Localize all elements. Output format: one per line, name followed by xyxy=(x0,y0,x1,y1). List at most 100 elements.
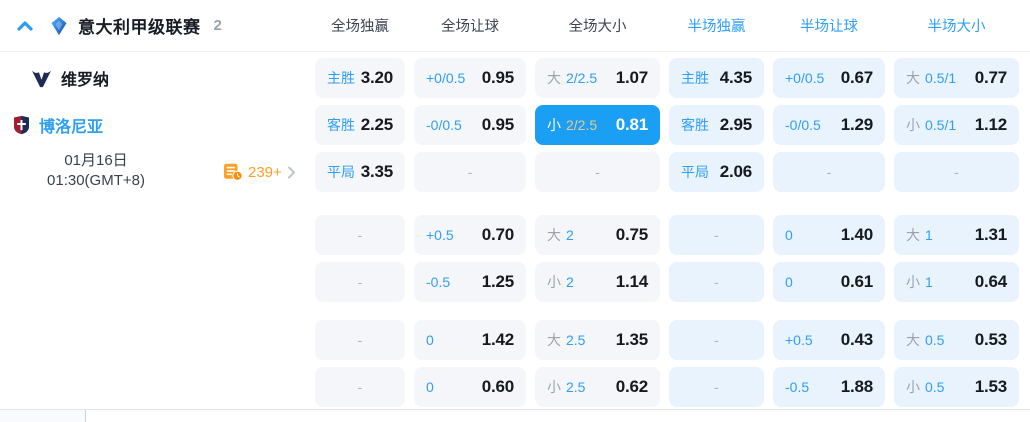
odds-handicap-label: -0.5 xyxy=(426,274,451,290)
odds-cell[interactable]: -0/0.5 1.29 xyxy=(773,105,885,145)
odds-cell[interactable]: +0/0.5 0.67 xyxy=(773,58,885,98)
odds-handicap-label: 2 xyxy=(566,274,574,290)
chevron-right-icon xyxy=(287,166,295,178)
odds-handicap-label: 2 xyxy=(566,227,574,243)
odds-cell[interactable]: 0 1.40 xyxy=(773,215,885,255)
odds-cell-empty: - xyxy=(315,215,405,255)
odds-cell[interactable]: 小 0.5/1 1.12 xyxy=(894,105,1019,145)
odds-label: +0/0.5 xyxy=(785,70,824,86)
home-team-name: 维罗纳 xyxy=(61,72,110,89)
empty-odds-placeholder: - xyxy=(714,227,719,243)
odds-handicap-label: 0 xyxy=(426,332,434,348)
odds-handicap-label: 平局 xyxy=(327,164,355,180)
column-header-ht-handicap: 半场让球 xyxy=(800,19,858,35)
odds-label: 主胜 xyxy=(327,68,355,88)
odds-value: 1.53 xyxy=(974,377,1007,396)
odds-handicap-label: 客胜 xyxy=(681,117,709,133)
odds-label: 0 xyxy=(426,332,434,348)
collapse-button[interactable] xyxy=(14,15,36,37)
odds-cell[interactable]: 大 2 0.75 xyxy=(535,215,660,255)
odds-cell[interactable]: -0.5 1.88 xyxy=(773,367,885,407)
odds-handicap-label: 0.5/1 xyxy=(925,117,957,133)
empty-odds-placeholder: - xyxy=(357,379,363,395)
empty-odds-placeholder: - xyxy=(826,164,832,180)
match-count-badge: 2 xyxy=(213,17,222,34)
odds-row: - +0.5 0.70 大 2 0.75 - 0 1.40 大 1 1.31 xyxy=(0,215,1030,255)
odds-direction-prefix: 小 xyxy=(906,274,920,290)
odds-cell[interactable]: 0 1.42 xyxy=(414,320,526,360)
odds-cell-empty: - xyxy=(669,262,764,302)
odds-label: -0.5 xyxy=(785,379,809,395)
home-team-row: 维罗纳 xyxy=(31,58,109,98)
odds-label: 主胜 xyxy=(681,68,709,88)
odds-cell[interactable]: 大 0.5/1 0.77 xyxy=(894,58,1019,98)
odds-cell[interactable]: 大 2/2.5 1.07 xyxy=(535,58,660,98)
odds-cell-empty: - xyxy=(894,152,1019,192)
odds-cell[interactable]: +0.5 0.70 xyxy=(414,215,526,255)
odds-value: 2.06 xyxy=(719,162,752,181)
empty-odds-placeholder: - xyxy=(595,164,600,180)
odds-cell[interactable]: -0/0.5 0.95 xyxy=(414,105,526,145)
odds-cell[interactable]: 大 0.5 0.53 xyxy=(894,320,1019,360)
odds-label: 小1 xyxy=(906,272,933,292)
league-title: 意大利甲级联赛 xyxy=(78,18,201,37)
odds-cell[interactable]: 客胜 2.25 xyxy=(315,105,405,145)
odds-cell[interactable]: 0 0.60 xyxy=(414,367,526,407)
odds-value: 1.35 xyxy=(615,330,648,349)
odds-row: - -0.5 1.25 小 2 1.14-0 0.61 小 1 0.64 xyxy=(0,262,1030,302)
odds-direction-prefix: 大 xyxy=(547,227,561,243)
odds-cell[interactable]: 大 2.5 1.35 xyxy=(535,320,660,360)
odds-cell[interactable]: 小 2 1.14 xyxy=(535,262,660,302)
odds-cell[interactable]: 小 2.5 0.62 xyxy=(535,367,660,407)
odds-cell[interactable]: -0.5 1.25 xyxy=(414,262,526,302)
odds-label: 0 xyxy=(785,274,793,290)
odds-cell[interactable]: 主胜 4.35 xyxy=(669,58,764,98)
odds-label: 平局 xyxy=(681,162,709,182)
odds-handicap-label: +0.5 xyxy=(426,227,454,243)
away-team-name: 博洛尼亚 xyxy=(39,119,104,136)
odds-value: 0.81 xyxy=(615,115,648,134)
odds-label: 大1 xyxy=(906,225,933,245)
odds-handicap-label: 主胜 xyxy=(327,70,355,86)
odds-cell[interactable]: +0/0.5 0.95 xyxy=(414,58,526,98)
empty-odds-placeholder: - xyxy=(954,164,959,180)
odds-value: 0.75 xyxy=(615,225,648,244)
odds-cell[interactable]: 平局 3.35 xyxy=(315,152,405,192)
odds-handicap-label: -0/0.5 xyxy=(785,117,821,133)
odds-row: -0 1.42 大 2.5 1.35- +0.5 0.43 大 0.5 0.53 xyxy=(0,320,1030,360)
odds-label: 平局 xyxy=(327,162,355,182)
odds-label: 大 2/2.5 xyxy=(547,68,597,88)
odds-cell-empty: - xyxy=(669,367,764,407)
odds-handicap-label: +0/0.5 xyxy=(785,70,825,86)
odds-cell[interactable]: 大 1 1.31 xyxy=(894,215,1019,255)
odds-cell[interactable]: +0.5 0.43 xyxy=(773,320,885,360)
odds-handicap-label: 2/2.5 xyxy=(566,70,598,86)
more-markets-link[interactable]: 239+ xyxy=(223,163,296,181)
odds-cell-empty: - xyxy=(669,215,764,255)
odds-cell[interactable]: 主胜 3.20 xyxy=(315,58,405,98)
odds-cell[interactable]: 0 0.61 xyxy=(773,262,885,302)
odds-label: 客胜 xyxy=(327,115,355,135)
column-header-ft-1x2: 全场独赢 xyxy=(331,19,389,35)
odds-cell[interactable]: 小 2/2.5 0.81 xyxy=(535,105,660,145)
odds-value: 0.61 xyxy=(840,272,873,291)
empty-odds-placeholder: - xyxy=(357,332,363,348)
odds-cell[interactable]: 平局 2.06 xyxy=(669,152,764,192)
empty-odds-placeholder: - xyxy=(357,227,363,243)
odds-handicap-label: -0/0.5 xyxy=(426,117,462,133)
odds-label: 小 0.5/1 xyxy=(906,115,956,135)
odds-value: 0.77 xyxy=(974,68,1007,87)
odds-cell[interactable]: 客胜 2.95 xyxy=(669,105,764,145)
league-header-left: 意大利甲级联赛 2 xyxy=(0,13,306,38)
odds-cell[interactable]: 小 0.5 1.53 xyxy=(894,367,1019,407)
odds-row: 主胜 3.20 +0/0.5 0.95 大 2/2.5 1.07 主胜 4.35 +0/0.5 0.… xyxy=(0,58,1030,98)
odds-value: 0.67 xyxy=(840,68,873,87)
more-markets-count: 239+ xyxy=(248,163,282,181)
odds-direction-prefix: 小 xyxy=(906,117,920,133)
column-header-ht-overunder: 半场大小 xyxy=(927,19,986,35)
odds-handicap-label: 0.5/1 xyxy=(925,70,957,86)
odds-value: 0.43 xyxy=(840,330,873,349)
odds-cell[interactable]: 小 1 0.64 xyxy=(894,262,1019,302)
odds-cell-empty: - xyxy=(535,152,660,192)
odds-handicap-label: 平局 xyxy=(681,164,709,180)
